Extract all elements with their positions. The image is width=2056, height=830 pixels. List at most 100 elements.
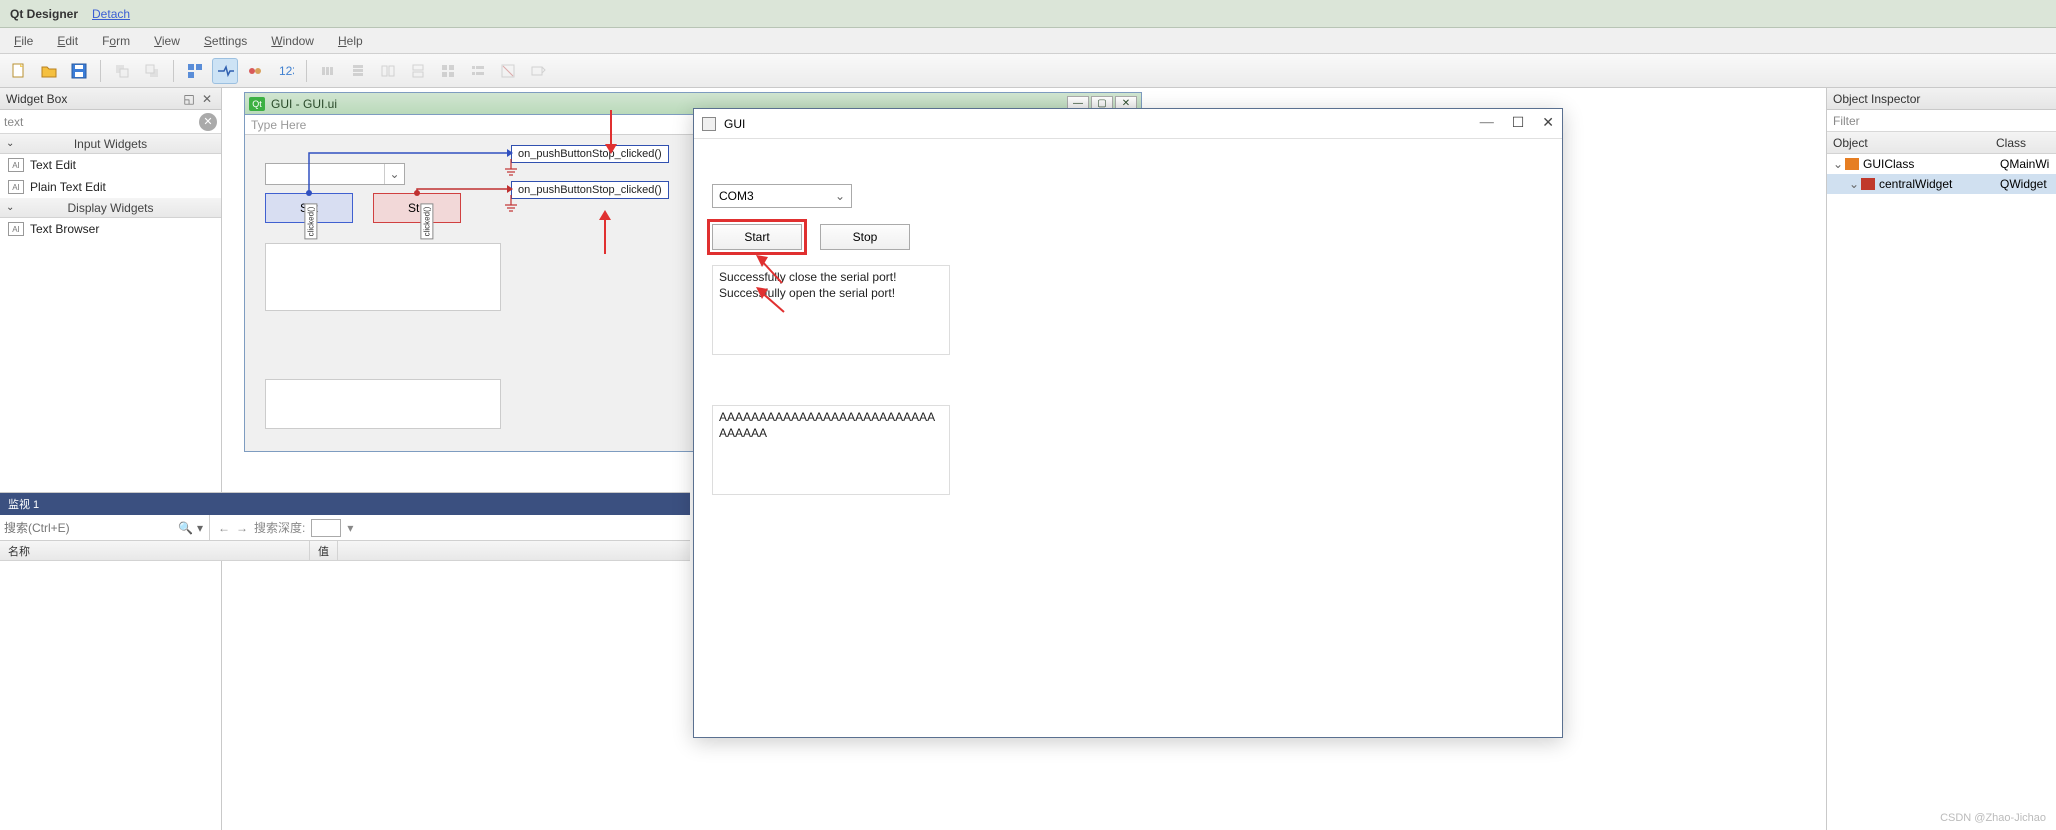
nav-back-icon[interactable]: ←	[218, 521, 230, 535]
combobox-widget[interactable]: ⌄	[265, 163, 405, 185]
send-back-icon	[109, 58, 135, 84]
new-file-icon[interactable]	[6, 58, 32, 84]
menu-settings[interactable]: Settings	[194, 30, 257, 52]
svg-text:123: 123	[279, 64, 294, 78]
object-class: QWidget	[2000, 177, 2050, 191]
menu-view[interactable]: View	[144, 30, 190, 52]
clear-filter-icon[interactable]: ✕	[199, 113, 217, 131]
widget-text-edit[interactable]: AIText Edit	[0, 154, 221, 176]
inspector-title-label: Object Inspector	[1833, 92, 1920, 106]
slot-label-1[interactable]: on_pushButtonStop_clicked()	[511, 145, 669, 163]
depth-input[interactable]	[311, 519, 341, 537]
widget-plain-text-edit[interactable]: AI Plain Text Edit	[0, 176, 221, 198]
detach-link[interactable]: Detach	[92, 7, 130, 21]
object-inspector-panel: Object Inspector Filter Object Class ⌄ G…	[1826, 88, 2056, 830]
watch-header: 名称 值	[0, 541, 690, 561]
type-here-label: Type Here	[251, 118, 306, 132]
widget-box-title: Widget Box ◱ ✕	[0, 88, 221, 110]
category-label: Display Widgets	[67, 201, 153, 215]
search-icon[interactable]: 🔍	[176, 521, 195, 535]
menu-help[interactable]: Help	[328, 30, 373, 52]
menu-bar: File Edit Form View Settings Window Help	[0, 28, 2056, 54]
layout-form-icon	[465, 58, 491, 84]
watermark: CSDN @Zhao-Jichao	[1940, 812, 2046, 824]
category-display-widgets[interactable]: ⌄Display Widgets	[0, 198, 221, 218]
object-name: GUIClass	[1863, 157, 2000, 171]
text-area-widget-2[interactable]	[265, 379, 501, 429]
menu-window[interactable]: Window	[261, 30, 324, 52]
dock-undock-icon[interactable]: ◱	[181, 91, 197, 107]
app-icon	[702, 117, 716, 131]
watch-nav: ← → 搜索深度: ▾	[210, 519, 361, 537]
menu-form[interactable]: Form	[92, 30, 140, 52]
edit-signals-icon[interactable]	[212, 58, 238, 84]
stop-button-label: Stop	[853, 230, 878, 244]
depth-label: 搜索深度:	[254, 519, 305, 536]
inspector-header: Object Class	[1827, 132, 2056, 154]
edit-widgets-icon[interactable]	[182, 58, 208, 84]
watch-search-input[interactable]	[4, 521, 176, 535]
watch-panel: 监视 1 🔍 ▾ ← → 搜索深度: ▾ 名称 值	[0, 492, 690, 561]
plain-text-edit-icon: AI	[8, 180, 24, 194]
watch-col-name[interactable]: 名称	[0, 541, 310, 560]
expand-icon[interactable]: ⌄	[1849, 177, 1861, 191]
stop-button-widget[interactable]: St t	[373, 193, 461, 223]
text-browser-icon: AI	[8, 222, 24, 236]
inspector-row-centralwidget[interactable]: ⌄ centralWidget QWidget	[1827, 174, 2056, 194]
close-panel-icon[interactable]: ✕	[199, 91, 215, 107]
watch-col-value[interactable]: 值	[310, 541, 338, 560]
widget-box-title-label: Widget Box	[6, 92, 67, 106]
bring-front-icon	[139, 58, 165, 84]
search-dropdown-icon[interactable]: ▾	[195, 521, 205, 535]
runtime-titlebar[interactable]: GUI — ☐ ✕	[694, 109, 1562, 139]
widget-box-filter: ✕	[0, 110, 221, 134]
designer-header: Qt Designer Detach	[0, 0, 2056, 28]
watch-search: 🔍 ▾	[0, 515, 210, 540]
menu-file[interactable]: File	[4, 30, 43, 52]
slot-label-2[interactable]: on_pushButtonStop_clicked()	[511, 181, 669, 199]
inspector-col-object[interactable]: Object	[1833, 136, 1996, 150]
layout-vsplit-icon	[405, 58, 431, 84]
break-layout-icon	[495, 58, 521, 84]
annotation-arrow-up	[590, 206, 620, 256]
watch-title: 监视 1	[0, 493, 690, 515]
layout-hbox-icon	[315, 58, 341, 84]
inspector-filter[interactable]: Filter	[1827, 110, 2056, 132]
widget-filter-input[interactable]	[4, 115, 199, 129]
annotation-arrow-diag2	[754, 287, 794, 317]
annotation-arrow-down	[596, 108, 626, 158]
depth-dropdown-icon[interactable]: ▾	[347, 521, 353, 535]
header-title: Qt Designer	[10, 7, 78, 21]
inspector-row-guiclass[interactable]: ⌄ GUIClass QMainWindow	[1827, 154, 2056, 174]
port-value: COM3	[719, 189, 754, 203]
edit-taborder-icon[interactable]: 123	[272, 58, 298, 84]
save-file-icon[interactable]	[66, 58, 92, 84]
close-icon[interactable]: ✕	[1542, 115, 1554, 132]
edit-buddies-icon[interactable]	[242, 58, 268, 84]
category-input-widgets[interactable]: ⌄Input Widgets	[0, 134, 221, 154]
object-name: centralWidget	[1879, 177, 2000, 191]
inspector-filter-label: Filter	[1833, 114, 1860, 128]
open-file-icon[interactable]	[36, 58, 62, 84]
maximize-icon[interactable]: ☐	[1512, 115, 1525, 132]
widget-text-browser[interactable]: AI Text Browser	[0, 218, 221, 240]
adjust-size-icon	[525, 58, 551, 84]
widget-item-label: Text Browser	[30, 222, 99, 236]
category-label: Input Widgets	[74, 137, 147, 151]
text-area-widget-1[interactable]	[265, 243, 501, 311]
widget-item-label: Plain Text Edit	[30, 180, 106, 194]
widget-icon	[1861, 178, 1875, 190]
subwindow-title-label: GUI - GUI.ui	[271, 97, 337, 111]
start-button[interactable]: Start	[712, 224, 802, 250]
expand-icon[interactable]: ⌄	[1833, 157, 1845, 171]
menu-edit[interactable]: Edit	[47, 30, 88, 52]
nav-forward-icon[interactable]: →	[236, 521, 248, 535]
inspector-col-class[interactable]: Class	[1996, 136, 2050, 150]
layout-hsplit-icon	[375, 58, 401, 84]
signal-label-clicked: clicked()	[420, 204, 433, 240]
stop-button[interactable]: Stop	[820, 224, 910, 250]
minimize-icon[interactable]: —	[1480, 115, 1494, 132]
log-output: Successfully close the serial port! Succ…	[712, 265, 950, 355]
port-combobox[interactable]: COM3 ⌄	[712, 184, 852, 208]
chevron-down-icon: ⌄	[835, 189, 845, 203]
